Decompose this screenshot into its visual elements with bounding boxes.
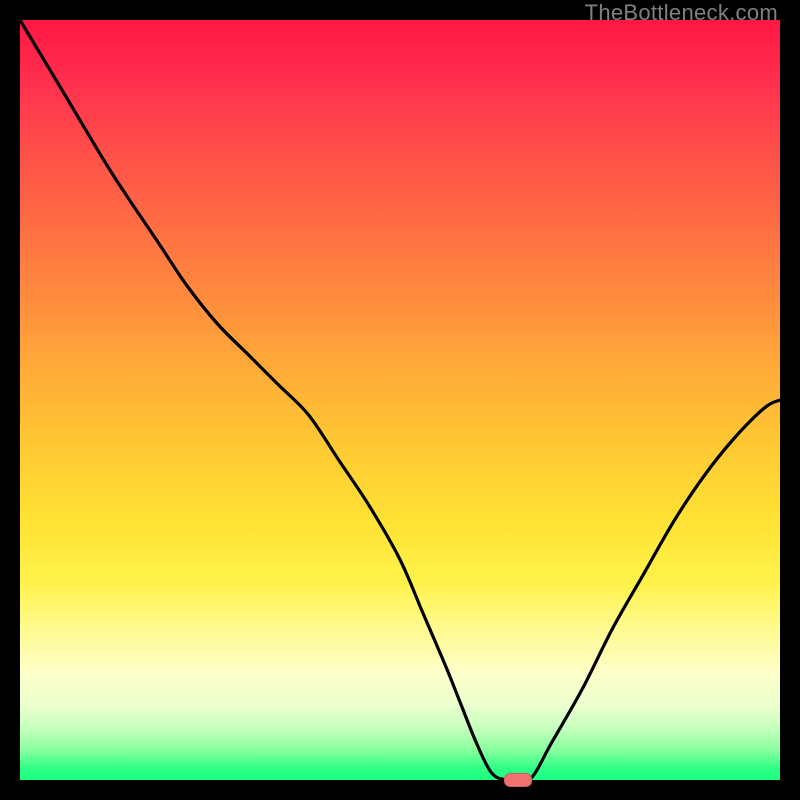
curve-layer — [20, 20, 780, 780]
optimal-marker — [504, 773, 532, 787]
chart-container: TheBottleneck.com — [0, 0, 800, 800]
bottleneck-curve — [20, 20, 780, 780]
plot-area — [20, 20, 780, 780]
